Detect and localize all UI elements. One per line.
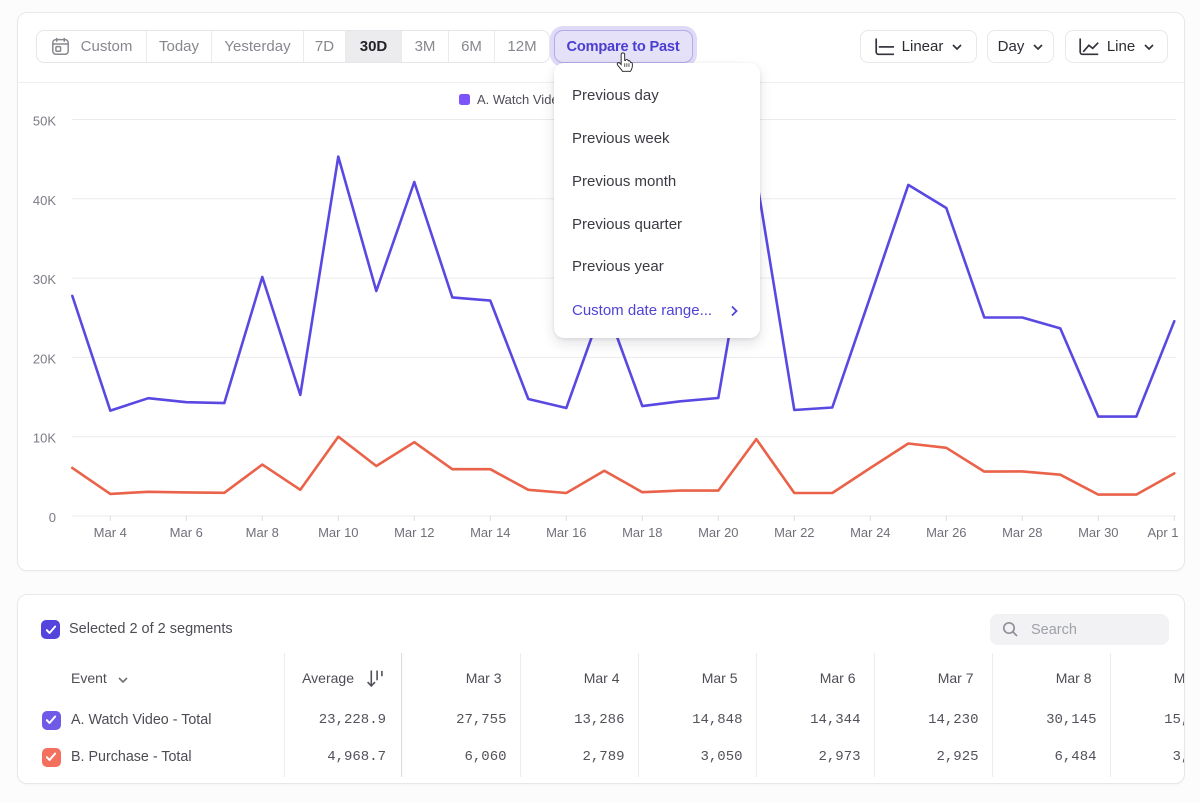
svg-text:50K: 50K xyxy=(33,114,56,129)
svg-text:Mar 16: Mar 16 xyxy=(546,525,586,540)
svg-text:Mar 18: Mar 18 xyxy=(622,525,662,540)
svg-text:40K: 40K xyxy=(33,193,56,208)
svg-text:Mar 14: Mar 14 xyxy=(470,525,510,540)
svg-text:Mar 4: Mar 4 xyxy=(94,525,127,540)
svg-text:Mar 22: Mar 22 xyxy=(774,525,814,540)
svg-text:Mar 10: Mar 10 xyxy=(318,525,358,540)
svg-text:Mar 24: Mar 24 xyxy=(850,525,890,540)
svg-text:20K: 20K xyxy=(33,351,56,366)
svg-text:Mar 28: Mar 28 xyxy=(1002,525,1042,540)
svg-text:30K: 30K xyxy=(33,272,56,287)
svg-text:Mar 6: Mar 6 xyxy=(170,525,203,540)
svg-text:10K: 10K xyxy=(33,431,56,446)
svg-text:Mar 8: Mar 8 xyxy=(246,525,279,540)
svg-text:Mar 20: Mar 20 xyxy=(698,525,738,540)
svg-text:Mar 26: Mar 26 xyxy=(926,525,966,540)
svg-text:Mar 30: Mar 30 xyxy=(1078,525,1118,540)
svg-text:Apr 1: Apr 1 xyxy=(1147,525,1178,540)
svg-text:Mar 12: Mar 12 xyxy=(394,525,434,540)
svg-text:0: 0 xyxy=(49,510,56,525)
